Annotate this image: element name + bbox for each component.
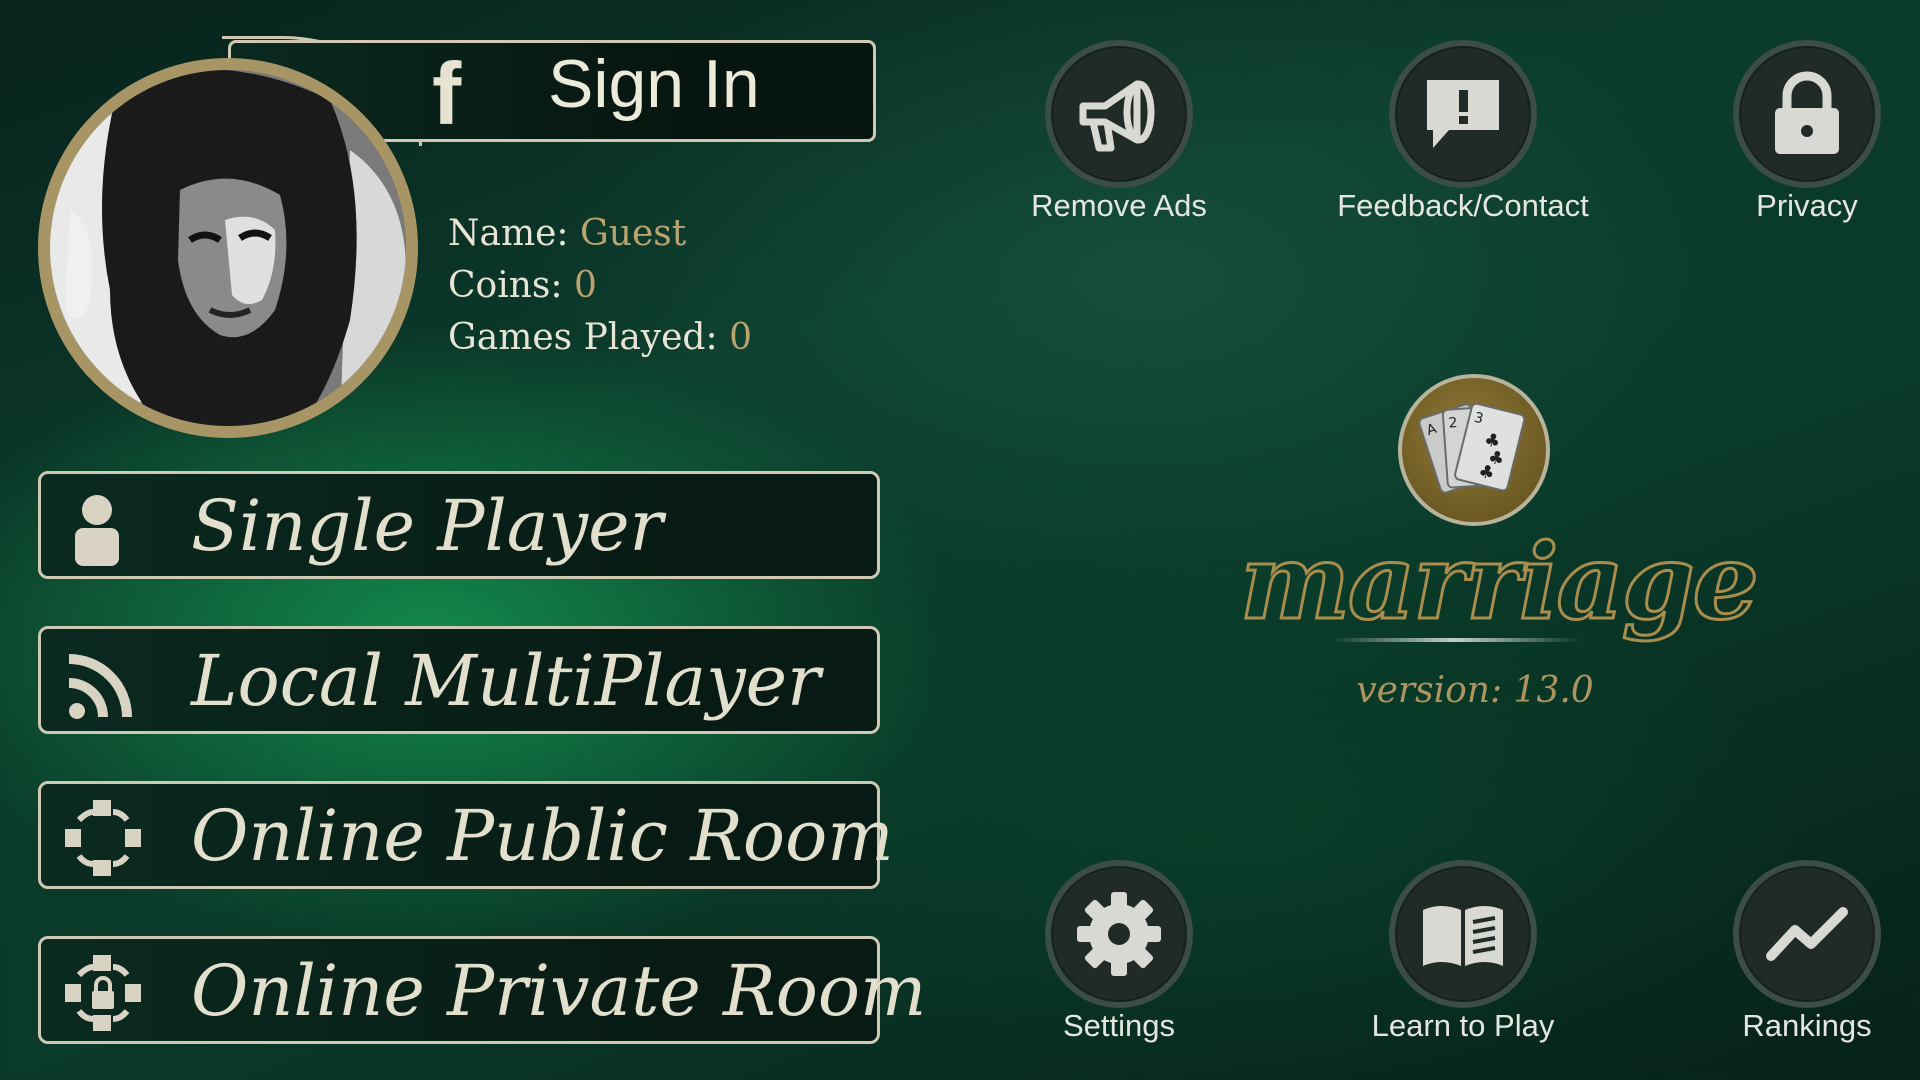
local-multiplayer-button[interactable]: Local MultiPlayer [38,626,880,734]
name-label: Name: [448,213,569,254]
marriage-logo-emblem: A 2 3 ♣ ♣ ♣ [1398,374,1550,526]
svg-text:2: 2 [1448,415,1458,432]
rankings-button[interactable] [1733,860,1881,1008]
name-value: Guest [580,213,687,254]
learn-to-play-label: Learn to Play [1371,1008,1555,1043]
logo-underline [1330,638,1580,642]
trend-icon [1766,907,1848,961]
rankings-label: Rankings [1742,1008,1872,1043]
connect-arrows-icon [65,800,141,876]
settings-button[interactable] [1045,860,1193,1008]
profile-games-row: Games Played: 0 [448,320,752,356]
games-played-value: 0 [729,317,752,358]
online-private-room-button[interactable]: Online Private Room [38,936,926,1044]
local-multiplayer-label: Local MultiPlayer [191,640,821,722]
avatar-portrait-image [50,70,406,426]
online-public-room-button[interactable]: Online Public Room [38,781,894,889]
gear-icon [1077,892,1161,976]
single-player-label: Single Player [191,485,663,567]
settings-label: Settings [1062,1008,1175,1043]
feedback-icon [1427,80,1499,148]
games-played-label: Games Played: [448,317,718,358]
book-icon [1423,906,1503,966]
avatar[interactable] [38,58,418,438]
remove-ads-label: Remove Ads [1031,188,1207,223]
learn-to-play-button[interactable] [1389,860,1537,1008]
person-icon [75,495,119,566]
coins-label: Coins: [448,265,563,306]
version-label: version: 13.0 [1356,670,1594,711]
profile-name-row: Name: Guest [448,216,686,252]
feedback-contact-label: Feedback/Contact [1337,188,1589,223]
sign-in-label: Sign In [548,46,760,122]
playing-cards-icon: A 2 3 ♣♣♣ [1418,402,1526,494]
megaphone-icon [1079,80,1155,152]
marriage-logo-title: marriage [1239,520,1761,643]
online-private-room-label: Online Private Room [191,950,927,1032]
coins-value: 0 [573,265,597,306]
single-player-button[interactable]: Single Player [38,471,880,579]
privacy-button[interactable] [1733,40,1881,188]
facebook-icon: f [432,44,462,143]
wifi-signal-icon [68,654,132,719]
lock-icon [1775,71,1839,154]
online-public-room-label: Online Public Room [191,795,894,877]
profile-coins-row: Coins: 0 [448,268,597,304]
lock-arrows-icon [65,955,141,1031]
remove-ads-button[interactable] [1045,40,1193,188]
privacy-label: Privacy [1756,188,1858,223]
feedback-contact-button[interactable] [1389,40,1537,188]
